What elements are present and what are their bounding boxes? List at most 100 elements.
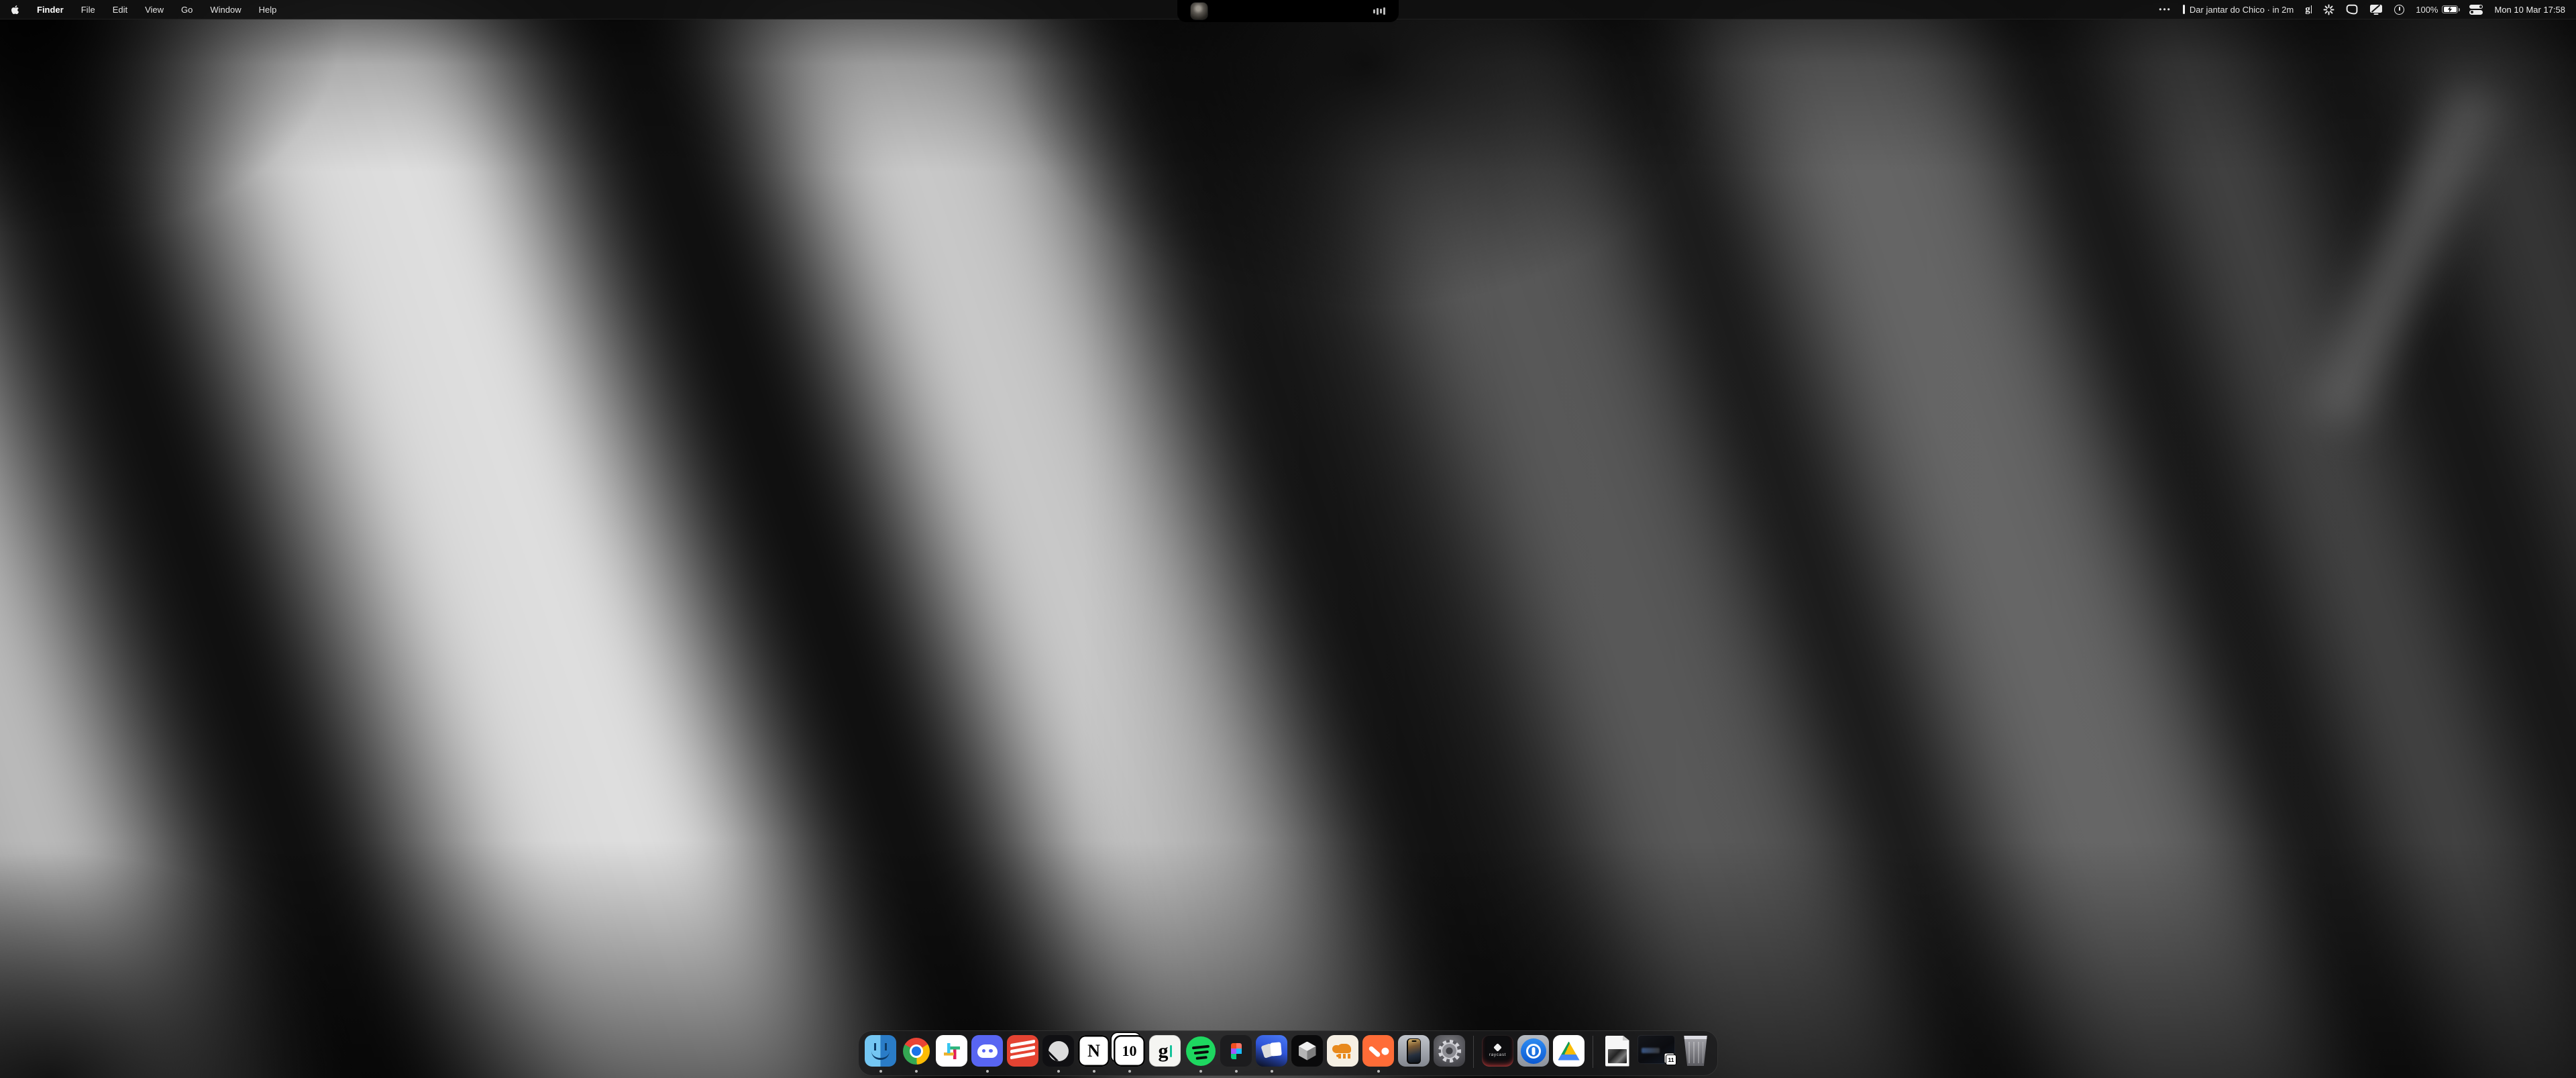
running-indicator — [879, 1070, 882, 1073]
grammarly-app-icon: g — [1149, 1035, 1181, 1067]
dock-item-notion-calendar[interactable]: 10 — [1114, 1035, 1145, 1069]
dock-item-minimized-window[interactable]: 11 — [1637, 1035, 1676, 1069]
control-center-icon — [2469, 10, 2483, 15]
one-password-menu-item[interactable] — [2394, 5, 2404, 15]
menu-bar-left: Finder File Edit View Go Window Help — [11, 5, 276, 15]
menu-app-name[interactable]: Finder — [37, 5, 64, 15]
google-drive-icon — [1553, 1035, 1585, 1067]
document-file-icon — [1601, 1035, 1633, 1067]
raycast-diamond-icon — [1493, 1043, 1502, 1052]
dock-item-postman[interactable] — [1362, 1035, 1394, 1069]
postman-icon — [1362, 1035, 1394, 1067]
dock-item-figma[interactable] — [1220, 1035, 1252, 1069]
desktop-wallpaper — [0, 0, 2576, 1078]
status-overflow-button[interactable]: ••• — [2159, 5, 2171, 14]
dock-item-cube-app[interactable] — [1291, 1035, 1323, 1069]
asterisk-menu-item[interactable] — [2323, 4, 2334, 15]
menu-window[interactable]: Window — [210, 5, 241, 15]
dock-item-system-settings[interactable] — [1434, 1035, 1465, 1069]
dock-item-trash[interactable] — [1680, 1035, 1711, 1069]
running-indicator — [1057, 1070, 1060, 1073]
figma-icon — [1220, 1035, 1252, 1067]
discord-icon — [971, 1035, 1003, 1067]
reminder-text: Dar jantar do Chico · in 2m — [2190, 5, 2294, 15]
trash-icon — [1680, 1035, 1711, 1067]
control-center-menu-item[interactable] — [2469, 5, 2483, 15]
dock-item-1password[interactable] — [1517, 1035, 1549, 1069]
raycast-label: raycast — [1489, 1053, 1506, 1057]
dock-item-grammarly[interactable]: g — [1149, 1035, 1181, 1069]
battery-menu-item[interactable]: 100% — [2416, 5, 2458, 15]
minimized-window-badge: 11 — [1666, 1055, 1676, 1065]
control-center-icon — [2469, 5, 2483, 9]
menu-view[interactable]: View — [145, 5, 164, 15]
clock[interactable]: Mon 10 Mar 17:58 — [2494, 5, 2565, 15]
dock-item-slack[interactable] — [936, 1035, 967, 1069]
dock-item-elephant-app[interactable] — [1327, 1035, 1358, 1069]
one-password-app-icon — [1517, 1035, 1549, 1067]
notion-calendar-glyph: 10 — [1122, 1044, 1137, 1059]
pointer-shape-menu-item[interactable] — [2346, 4, 2358, 15]
running-indicator — [986, 1070, 989, 1073]
running-indicator — [1235, 1070, 1238, 1073]
running-indicator — [1128, 1070, 1131, 1073]
dock-item-chrome[interactable] — [900, 1035, 932, 1069]
dock-item-raycast[interactable]: raycast — [1482, 1035, 1513, 1069]
menu-help[interactable]: Help — [259, 5, 277, 15]
reminder-bar-icon — [2183, 5, 2185, 14]
blue-cards-app-icon — [1256, 1035, 1287, 1067]
menu-bar-status: ••• Dar jantar do Chico · in 2m g — [2159, 4, 2565, 15]
menu-go[interactable]: Go — [181, 5, 193, 15]
dock-item-document-file[interactable] — [1601, 1035, 1633, 1069]
grammarly-caret-icon — [2311, 5, 2312, 13]
running-indicator — [1271, 1070, 1273, 1073]
cube-app-icon — [1291, 1035, 1323, 1067]
iphone-mirroring-icon — [1398, 1035, 1430, 1067]
minimized-window-thumbnail: 11 — [1638, 1035, 1675, 1064]
battery-charging-icon — [2442, 5, 2458, 13]
system-settings-icon — [1434, 1035, 1465, 1067]
raycast-icon: raycast — [1482, 1035, 1513, 1067]
dock-item-iphone-mirroring[interactable] — [1398, 1035, 1430, 1069]
spotify-icon — [1185, 1035, 1216, 1067]
dock-item-finder[interactable] — [865, 1035, 896, 1069]
menu-file[interactable]: File — [81, 5, 95, 15]
dock-item-linear[interactable] — [1042, 1035, 1074, 1069]
display-mirroring-menu-item[interactable] — [2369, 4, 2383, 15]
apple-icon — [11, 5, 19, 15]
notion-icon: N — [1078, 1035, 1110, 1067]
reminder-menu-item[interactable]: Dar jantar do Chico · in 2m — [2183, 5, 2294, 15]
grammarly-glyph: g — [2305, 4, 2310, 15]
grammarly-app-caret — [1170, 1045, 1172, 1057]
apple-menu[interactable] — [11, 5, 19, 15]
dock-item-blue-cards-app[interactable] — [1256, 1035, 1287, 1069]
wallpaper-vignette — [0, 0, 2576, 1078]
dock-divider — [1473, 1036, 1474, 1068]
battery-percent: 100% — [2416, 5, 2438, 15]
slack-icon — [936, 1035, 967, 1067]
dock-item-spotify[interactable] — [1185, 1035, 1216, 1069]
notion-calendar-icon: 10 — [1114, 1035, 1145, 1067]
dock: N 10 g — [858, 1030, 1718, 1076]
grammarly-menu-item[interactable]: g — [2305, 4, 2312, 15]
audio-visualizer-icon — [1373, 7, 1385, 16]
todoist-icon — [1007, 1035, 1038, 1067]
running-indicator — [1377, 1070, 1380, 1073]
menu-edit[interactable]: Edit — [113, 5, 127, 15]
notion-glyph: N — [1087, 1042, 1100, 1060]
pointer-shape-icon — [2346, 4, 2358, 15]
display-mirroring-icon — [2369, 4, 2383, 15]
chrome-icon — [900, 1035, 932, 1067]
notch-media-island — [1177, 0, 1399, 22]
dock-item-todoist[interactable] — [1007, 1035, 1038, 1069]
dock-item-notion[interactable]: N — [1078, 1035, 1110, 1069]
asterisk-icon — [2323, 4, 2334, 15]
running-indicator — [1093, 1070, 1095, 1073]
dock-item-google-drive[interactable] — [1553, 1035, 1585, 1069]
grammarly-app-glyph: g — [1159, 1041, 1169, 1061]
linear-icon — [1042, 1035, 1074, 1067]
dock-item-discord[interactable] — [971, 1035, 1003, 1069]
finder-icon — [865, 1035, 896, 1067]
elephant-app-icon — [1327, 1035, 1358, 1067]
now-playing-album-art[interactable] — [1191, 3, 1208, 19]
